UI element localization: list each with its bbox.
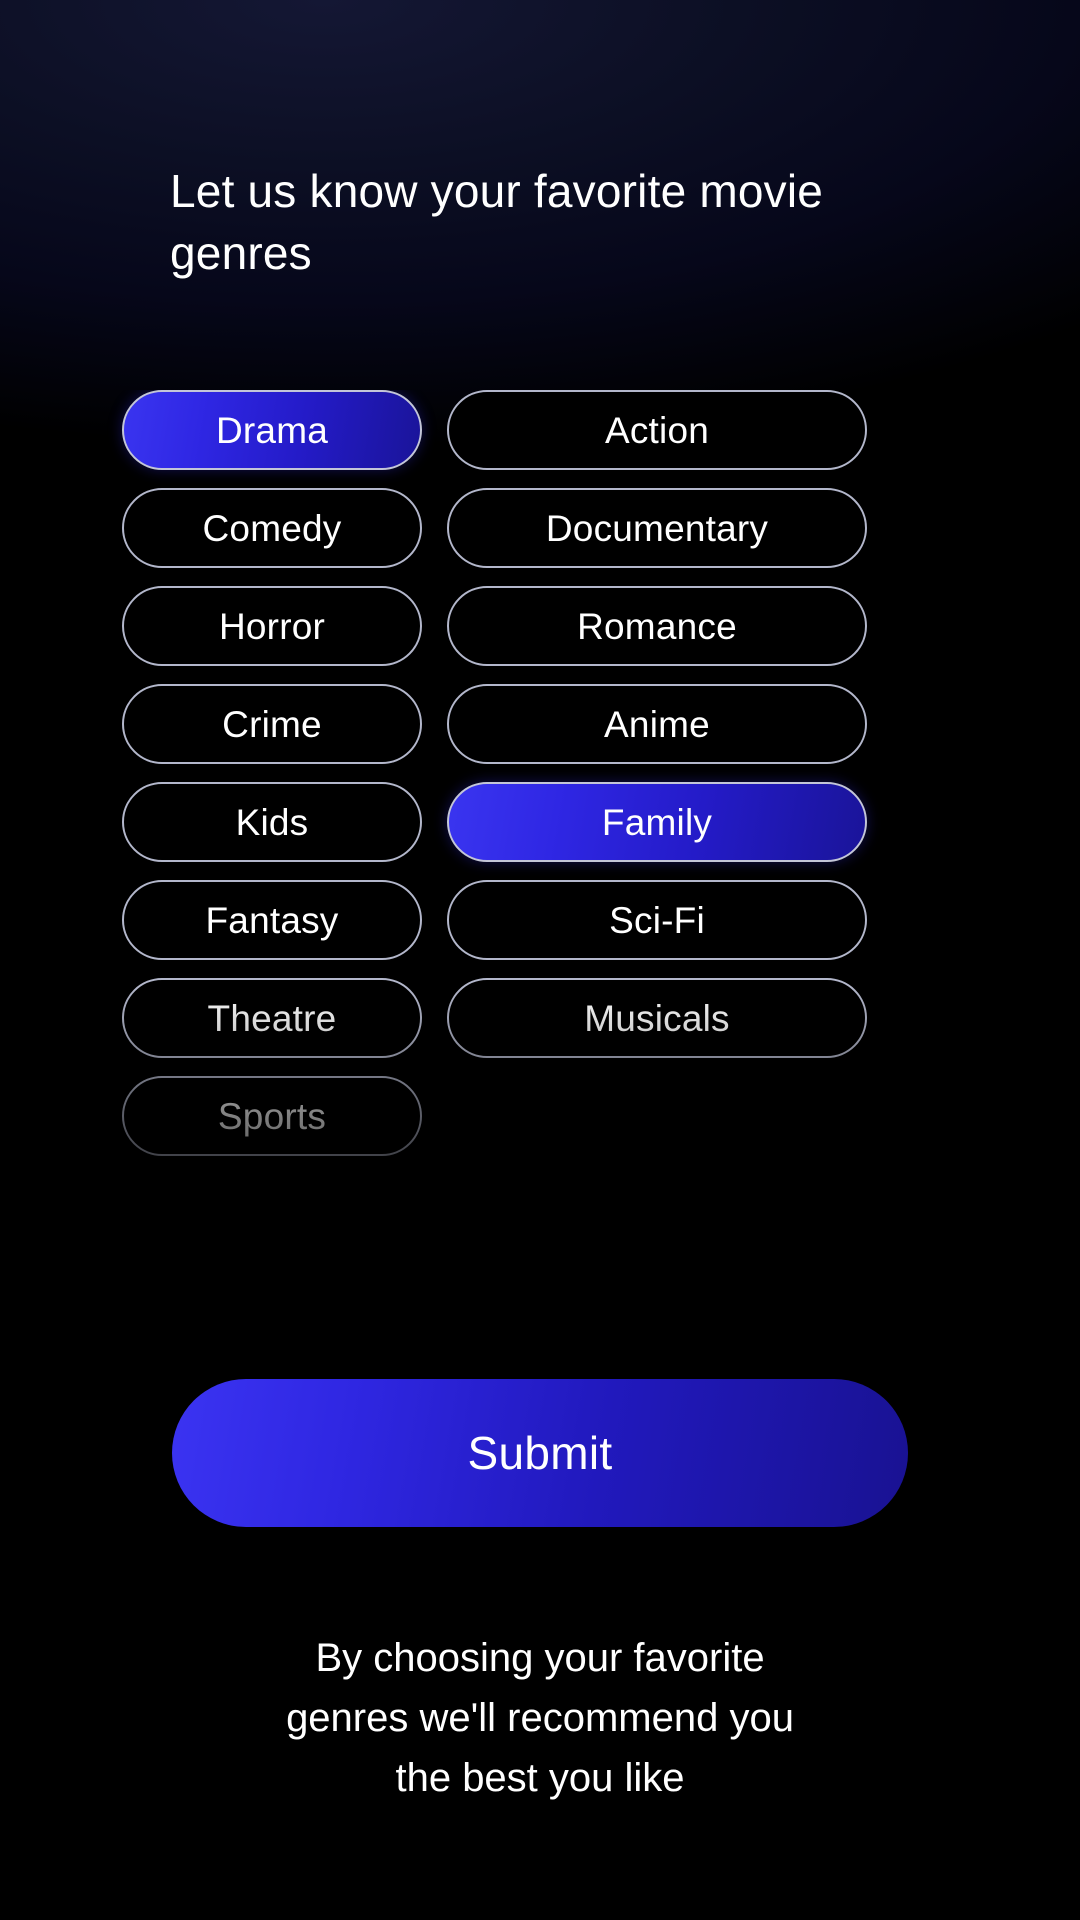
page-title: Let us know your favorite movie genres [170, 165, 824, 279]
genre-chip[interactable]: Action [447, 390, 867, 470]
genre-chip[interactable]: Family [447, 782, 867, 862]
genre-chip[interactable]: Crime [122, 684, 422, 764]
genre-chip[interactable]: Theatre [122, 978, 422, 1058]
genre-chip[interactable]: Musicals [447, 978, 867, 1058]
genre-selection-screen: Let us know your favorite movie genres D… [0, 0, 1080, 1920]
genre-chip[interactable]: Romance [447, 586, 867, 666]
genre-chip[interactable]: Anime [447, 684, 867, 764]
genre-chip[interactable]: Comedy [122, 488, 422, 568]
genre-chip[interactable]: Sci-Fi [447, 880, 867, 960]
grid-spacer [447, 1076, 867, 1156]
genre-list-scroll-area[interactable]: Drama Action Comedy Documentary Horror Romanc… [0, 390, 1080, 1315]
genre-chip[interactable]: Documentary [447, 488, 867, 568]
genre-chip[interactable]: Kids [122, 782, 422, 862]
genre-chip[interactable]: Sports [122, 1076, 422, 1156]
genre-chip[interactable]: Fantasy [122, 880, 422, 960]
genre-chip[interactable]: Drama [122, 390, 422, 470]
submit-button[interactable]: Submit [172, 1379, 908, 1527]
genre-chip-grid: Drama Action Comedy Documentary Horror Romanc… [0, 390, 1080, 1156]
footer-note: By choosing your favorite genres we'll r… [286, 1636, 794, 1800]
genre-chip[interactable]: Horror [122, 586, 422, 666]
